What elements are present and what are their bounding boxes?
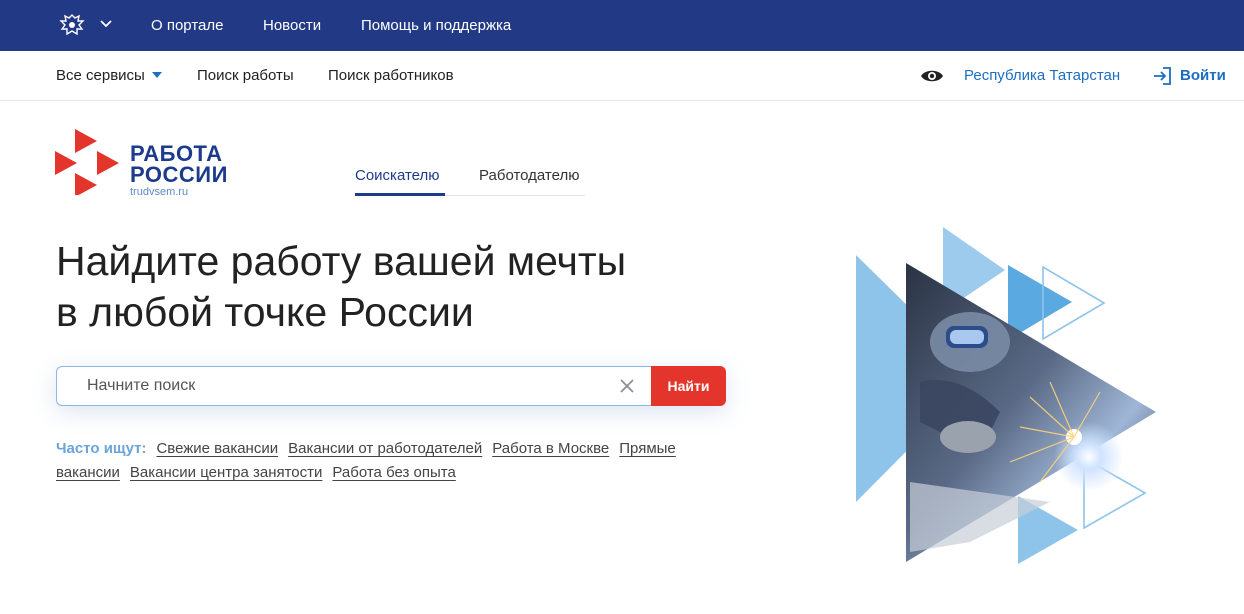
main-nav: Все сервисы Поиск работы Поиск работнико… — [0, 51, 1244, 101]
hero-title-line1: Найдите работу вашей мечты — [56, 238, 627, 284]
popular-link[interactable]: Работа в Москве — [492, 440, 609, 457]
hero-title: Найдите работу вашей мечты в любой точке… — [56, 236, 756, 338]
gov-link-about[interactable]: О портале — [151, 17, 223, 34]
tab-employer[interactable]: Работодателю — [479, 167, 579, 196]
search-bar: Найти — [56, 366, 726, 406]
popular-link[interactable]: Свежие вакансии — [156, 440, 278, 457]
gov-top-bar: О портале Новости Помощь и поддержка — [0, 0, 1244, 51]
nav-job-search[interactable]: Поиск работы — [197, 67, 294, 84]
gov-link-news[interactable]: Новости — [263, 17, 321, 34]
region-selector[interactable]: Республика Татарстан — [964, 67, 1120, 84]
popular-link[interactable]: Работа без опыта — [332, 464, 455, 481]
all-services-label: Все сервисы — [56, 67, 145, 84]
caret-down-icon — [151, 72, 162, 79]
search-input[interactable] — [56, 366, 652, 406]
hero-title-line2: в любой точке России — [56, 289, 474, 335]
popular-link[interactable]: Вакансии от работодателей — [288, 440, 482, 457]
hero-illustration — [856, 227, 1156, 564]
nav-employee-search[interactable]: Поиск работников — [328, 67, 454, 84]
close-icon[interactable] — [618, 377, 636, 395]
site-logo[interactable]: РАБОТА РОССИИ trudvsem.ru — [55, 129, 245, 199]
popular-searches: Часто ищут: Свежие вакансии Вакансии от ра… — [56, 437, 726, 485]
logo-text-line2: РОССИИ — [130, 162, 228, 187]
audience-tabs: Соискателю Работодателю — [355, 167, 585, 196]
search-button[interactable]: Найти — [651, 366, 726, 406]
chevron-down-icon[interactable] — [99, 17, 113, 31]
login-label: Войти — [1180, 67, 1226, 84]
popular-label: Часто ищут: — [56, 440, 147, 457]
popular-link[interactable]: Вакансии центра занятости — [130, 464, 322, 481]
tab-seeker[interactable]: Соискателю — [355, 167, 445, 196]
logo-triangles-icon — [55, 129, 119, 195]
eye-icon[interactable] — [920, 67, 944, 85]
login-icon — [1154, 67, 1171, 85]
gov-link-help[interactable]: Помощь и поддержка — [361, 17, 511, 34]
coat-of-arms-icon[interactable] — [58, 12, 86, 40]
logo-url: trudvsem.ru — [130, 186, 189, 198]
all-services-menu[interactable]: Все сервисы — [56, 67, 162, 84]
